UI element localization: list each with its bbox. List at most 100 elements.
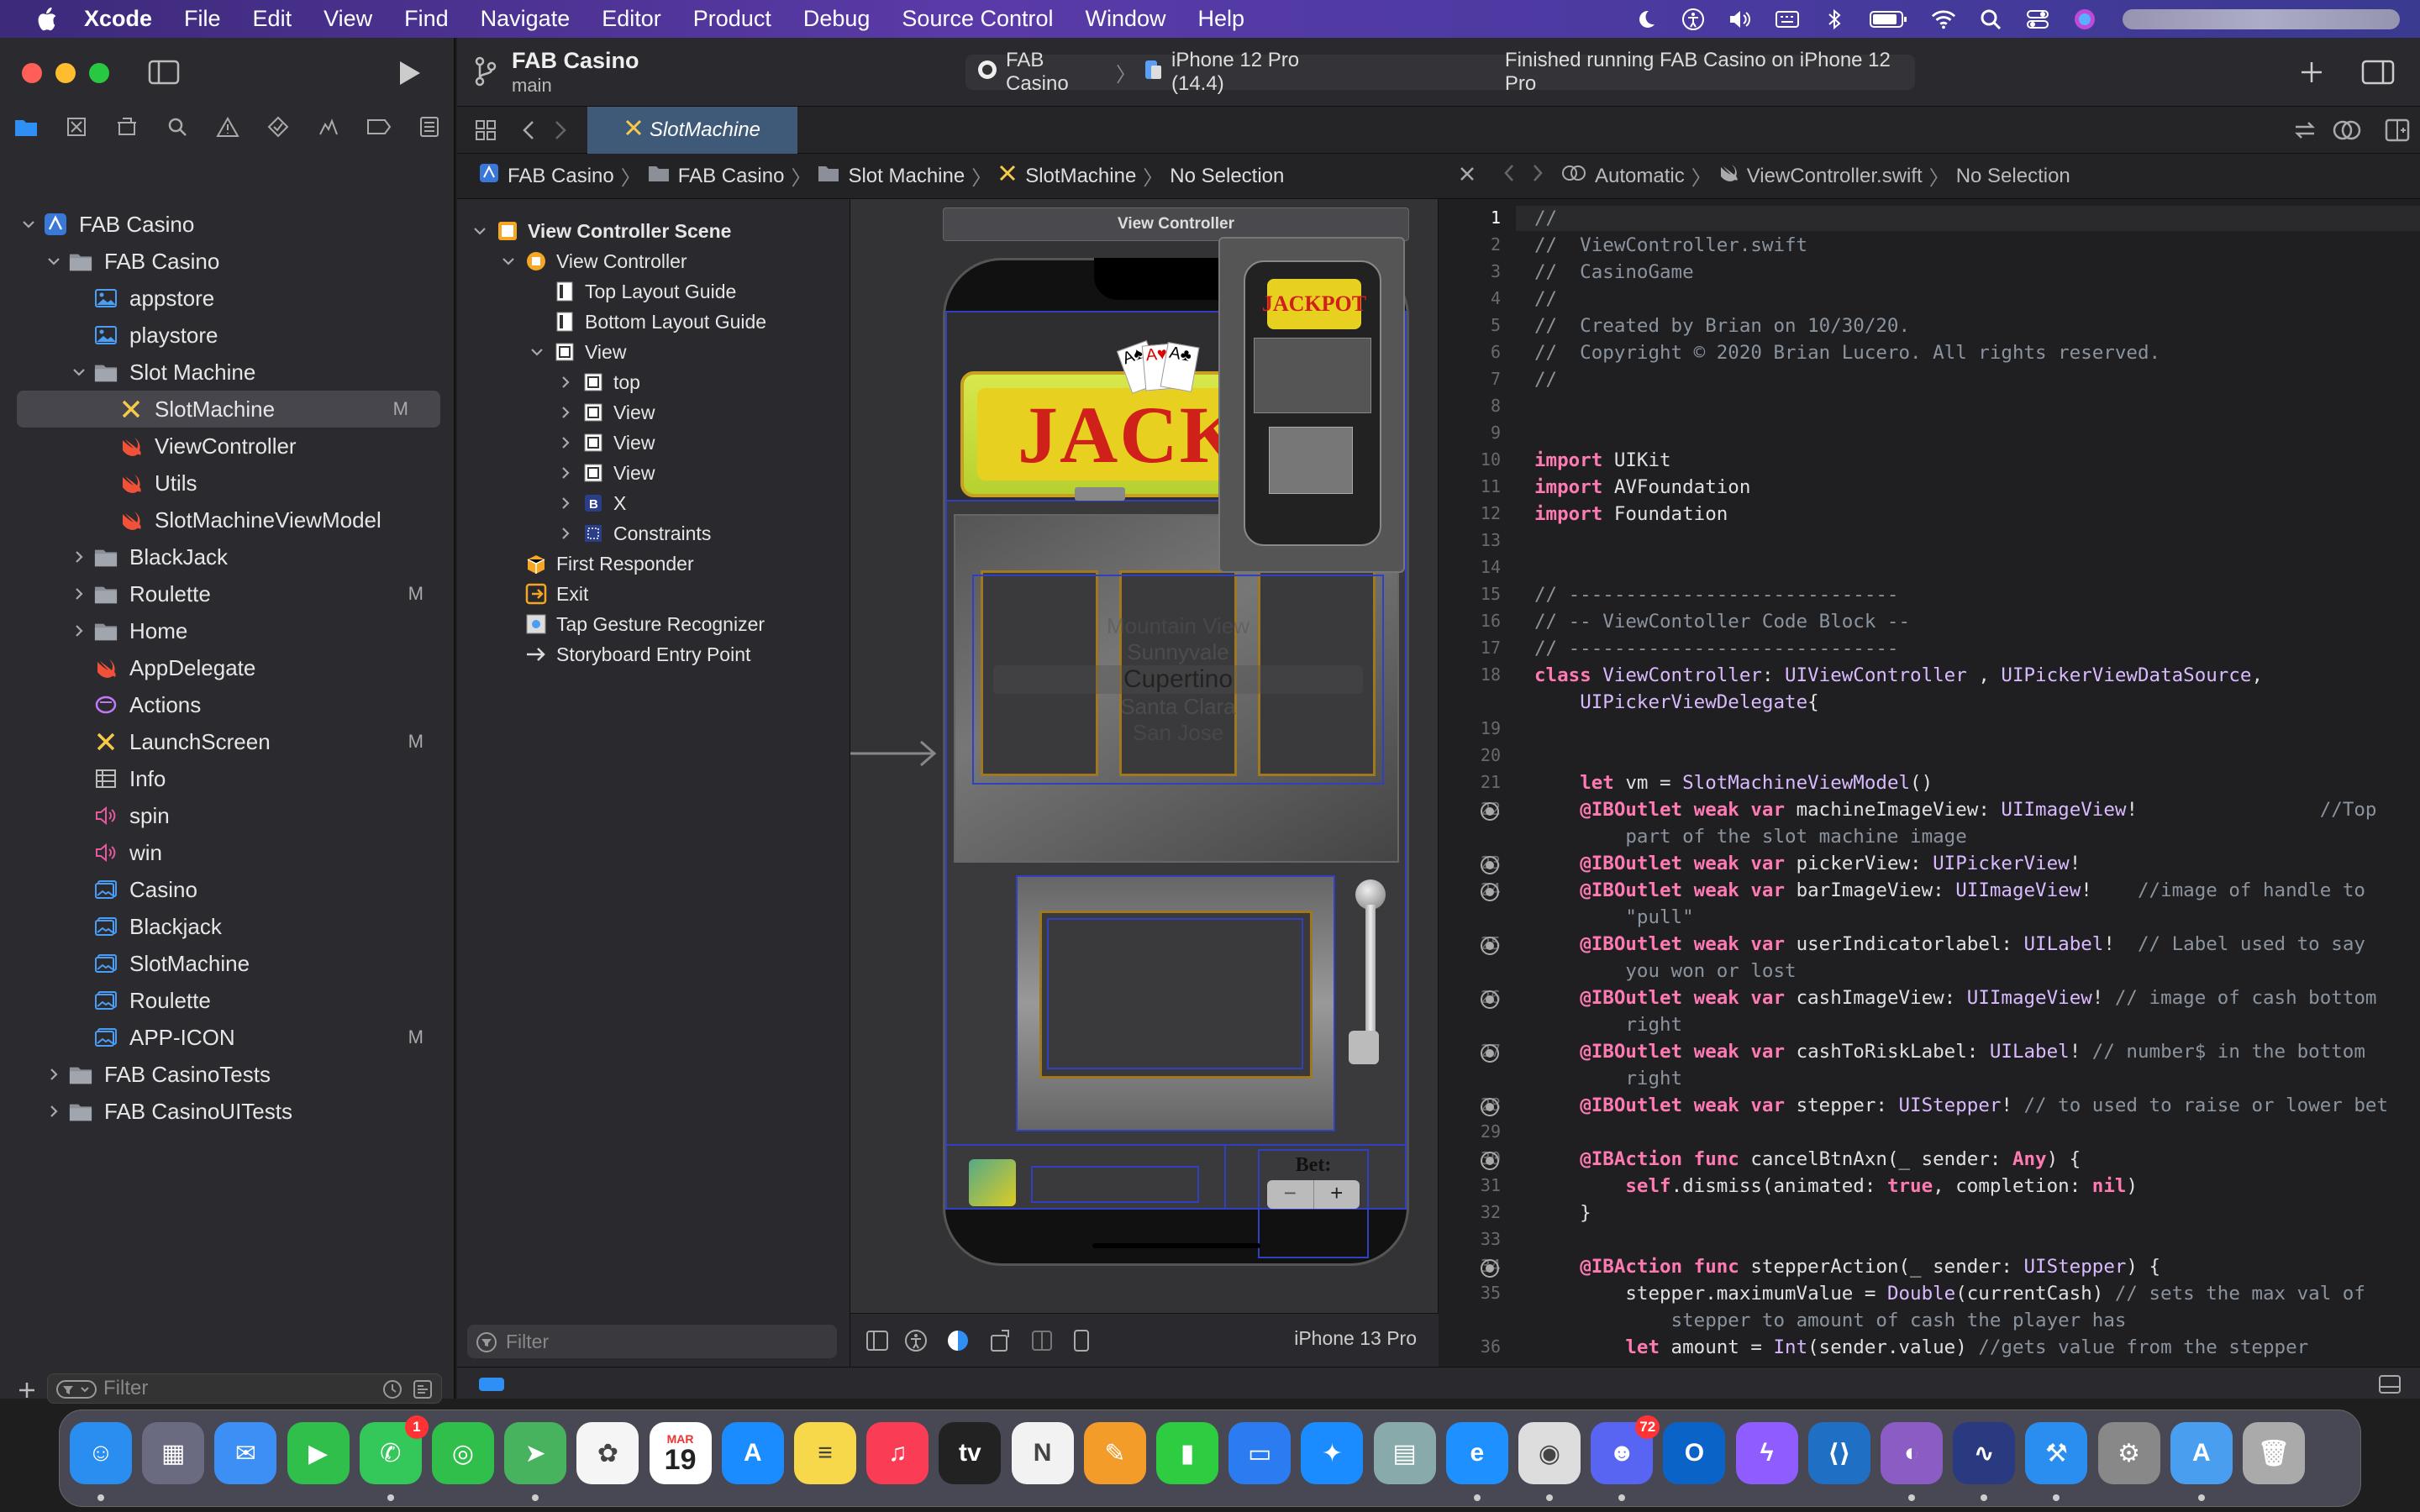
outlet-connection-icon[interactable] <box>1481 990 1499 1009</box>
add-library-icon[interactable] <box>2299 60 2324 89</box>
navigator-item[interactable]: FAB CasinoTests <box>0 1056 455 1093</box>
chevron-down-icon[interactable] <box>69 362 89 382</box>
navigator-item[interactable]: AppDelegate <box>0 649 455 686</box>
control-center-icon[interactable] <box>2025 7 2050 32</box>
debug-area-toggle-icon[interactable] <box>2378 1374 2402 1399</box>
menu-xcode[interactable]: Xcode <box>84 6 152 32</box>
outline-item[interactable]: Constraints <box>556 518 711 549</box>
outlet-connection-icon[interactable] <box>1481 1152 1499 1170</box>
dock-finder-icon[interactable]: ☺ <box>70 1422 132 1484</box>
bluetooth-icon[interactable] <box>1822 7 1847 32</box>
test-navigator-icon[interactable] <box>266 114 291 139</box>
dock-github-desktop-icon[interactable]: ◐ <box>1881 1422 1943 1484</box>
outline-toggle-icon[interactable] <box>865 1329 889 1357</box>
entry-point-arrow-icon[interactable] <box>850 737 943 770</box>
outlet-connection-icon[interactable] <box>1481 1259 1499 1278</box>
assistant-icon[interactable] <box>2333 118 2361 146</box>
outline-item[interactable]: View Controller <box>499 246 687 276</box>
battery-icon[interactable] <box>1869 7 1909 32</box>
dock-simulator-icon[interactable]: A <box>2170 1422 2233 1484</box>
navigator-filter-field[interactable]: Filter <box>47 1373 442 1404</box>
chevron-down-icon[interactable] <box>471 222 489 240</box>
navigator-item[interactable]: Roulette M <box>0 575 455 612</box>
outline-item[interactable]: Bottom Layout Guide <box>528 307 766 337</box>
wifi-icon[interactable] <box>1931 7 1956 32</box>
dock-vscode-icon[interactable]: ⟨⟩ <box>1807 1422 1870 1484</box>
inspector-toggle-icon[interactable] <box>2361 60 2395 89</box>
scene-title-bar[interactable]: View Controller <box>943 207 1409 241</box>
canvas-minimap[interactable]: JACKPOT <box>1218 237 1405 573</box>
outlet-connection-icon[interactable] <box>1481 802 1499 821</box>
keyboard-icon[interactable] <box>1775 7 1800 32</box>
code-editor[interactable]: 1 2 3 4 5 6 7 8 9 10 11 12 13 14 15 16 17 18 19 20 21 22 23 24 2… <box>1440 199 2420 1367</box>
dock-tv-icon[interactable]: tv <box>939 1422 1002 1484</box>
navigator-item[interactable]: FAB CasinoUITests <box>0 1093 455 1130</box>
dock-chrome-icon[interactable]: ◉ <box>1518 1422 1581 1484</box>
dock-calendar-icon[interactable]: MAR 19 <box>649 1422 712 1484</box>
outline-item[interactable]: View <box>556 428 655 458</box>
stepper-minus-button[interactable]: − <box>1267 1180 1314 1209</box>
find-navigator-icon[interactable] <box>165 114 190 139</box>
dock-maps-icon[interactable]: ➤ <box>504 1422 567 1484</box>
grid-icon[interactable] <box>474 118 497 146</box>
dock-audio-app-icon[interactable]: ∿ <box>1953 1422 2016 1484</box>
recent-files-icon[interactable] <box>382 1379 402 1405</box>
dock-app-store-icon[interactable]: A <box>721 1422 784 1484</box>
outlet-connection-icon[interactable] <box>1481 937 1499 955</box>
chevron-down-icon[interactable] <box>528 343 546 361</box>
apple-icon[interactable] <box>34 5 59 34</box>
outline-item[interactable]: Exit <box>499 579 588 609</box>
outline-item[interactable]: Top Layout Guide <box>528 276 736 307</box>
source-control-navigator-icon[interactable] <box>64 114 89 139</box>
outline-item[interactable]: View <box>556 397 655 428</box>
chevron-down-icon[interactable] <box>499 252 518 270</box>
dock-news-icon[interactable]: N <box>1011 1422 1074 1484</box>
navigator-item[interactable]: Blackjack <box>0 908 455 945</box>
jump-folder[interactable]: Slot Machine <box>848 165 965 188</box>
outlet-connection-icon[interactable] <box>1481 856 1499 874</box>
outline-item[interactable]: BX <box>556 488 626 518</box>
chevron-right-icon[interactable] <box>69 547 89 567</box>
chevron-right-icon[interactable] <box>44 1101 64 1121</box>
refresh-icon[interactable] <box>2292 118 2317 146</box>
scm-filter-icon[interactable] <box>413 1379 433 1405</box>
navigator-item[interactable]: Info <box>0 760 455 797</box>
navigator-item[interactable]: Actions <box>0 686 455 723</box>
menu-view[interactable]: View <box>324 6 372 32</box>
close-window-button[interactable] <box>22 63 42 83</box>
breakpoint-navigator-icon[interactable] <box>366 114 392 139</box>
scheme-selector[interactable]: FAB Casino <box>1006 49 1109 96</box>
chevron-right-icon[interactable] <box>44 1064 64 1084</box>
jump-group[interactable]: FAB Casino <box>678 165 785 188</box>
navigator-item[interactable]: FAB Casino <box>0 206 455 243</box>
chevron-right-icon[interactable] <box>69 584 89 604</box>
chevron-down-icon[interactable] <box>18 214 39 234</box>
chevron-right-icon[interactable] <box>556 373 575 391</box>
dock-numbers-icon[interactable]: ▮ <box>1156 1422 1218 1484</box>
menu-find[interactable]: Find <box>404 6 449 32</box>
navigator-item[interactable]: SlotMachine <box>0 945 455 982</box>
dock-preview-icon[interactable]: ▤ <box>1373 1422 1436 1484</box>
report-navigator-icon[interactable] <box>417 114 442 139</box>
dock-outlook-icon[interactable]: O <box>1663 1422 1726 1484</box>
chevron-right-icon[interactable] <box>556 433 575 452</box>
menu-edit[interactable]: Edit <box>253 6 292 32</box>
dock-mail-icon[interactable]: ✉ <box>214 1422 277 1484</box>
dock-system-preferences-icon[interactable]: ⚙ <box>2097 1422 2160 1484</box>
jump-automatic[interactable]: Automatic <box>1595 165 1685 188</box>
tab-slotmachine[interactable]: SlotMachine <box>587 107 797 154</box>
dock-messenger-icon[interactable]: ϟ <box>1735 1422 1798 1484</box>
navigator-item[interactable]: SlotMachineViewModel <box>0 501 455 538</box>
chevron-down-icon[interactable] <box>44 251 64 271</box>
navigator-item[interactable]: LaunchScreen M <box>0 723 455 760</box>
user-account-blurred[interactable] <box>2123 8 2400 29</box>
picker-view[interactable]: Mountain View Sunnyvale Cupertino Santa … <box>972 575 1384 785</box>
chevron-right-icon[interactable] <box>69 621 89 641</box>
dock-messages-icon[interactable]: ✆ 1 <box>359 1415 429 1484</box>
chevron-right-icon[interactable] <box>556 464 575 482</box>
folder-navigator-icon[interactable] <box>13 114 39 139</box>
dock-discord-icon[interactable]: ☻ 72 <box>1591 1415 1660 1484</box>
add-editor-icon[interactable] <box>2385 118 2410 146</box>
device-preview-icon[interactable] <box>1072 1329 1091 1357</box>
dock-xcode-icon[interactable]: ⚒ <box>2025 1422 2088 1484</box>
